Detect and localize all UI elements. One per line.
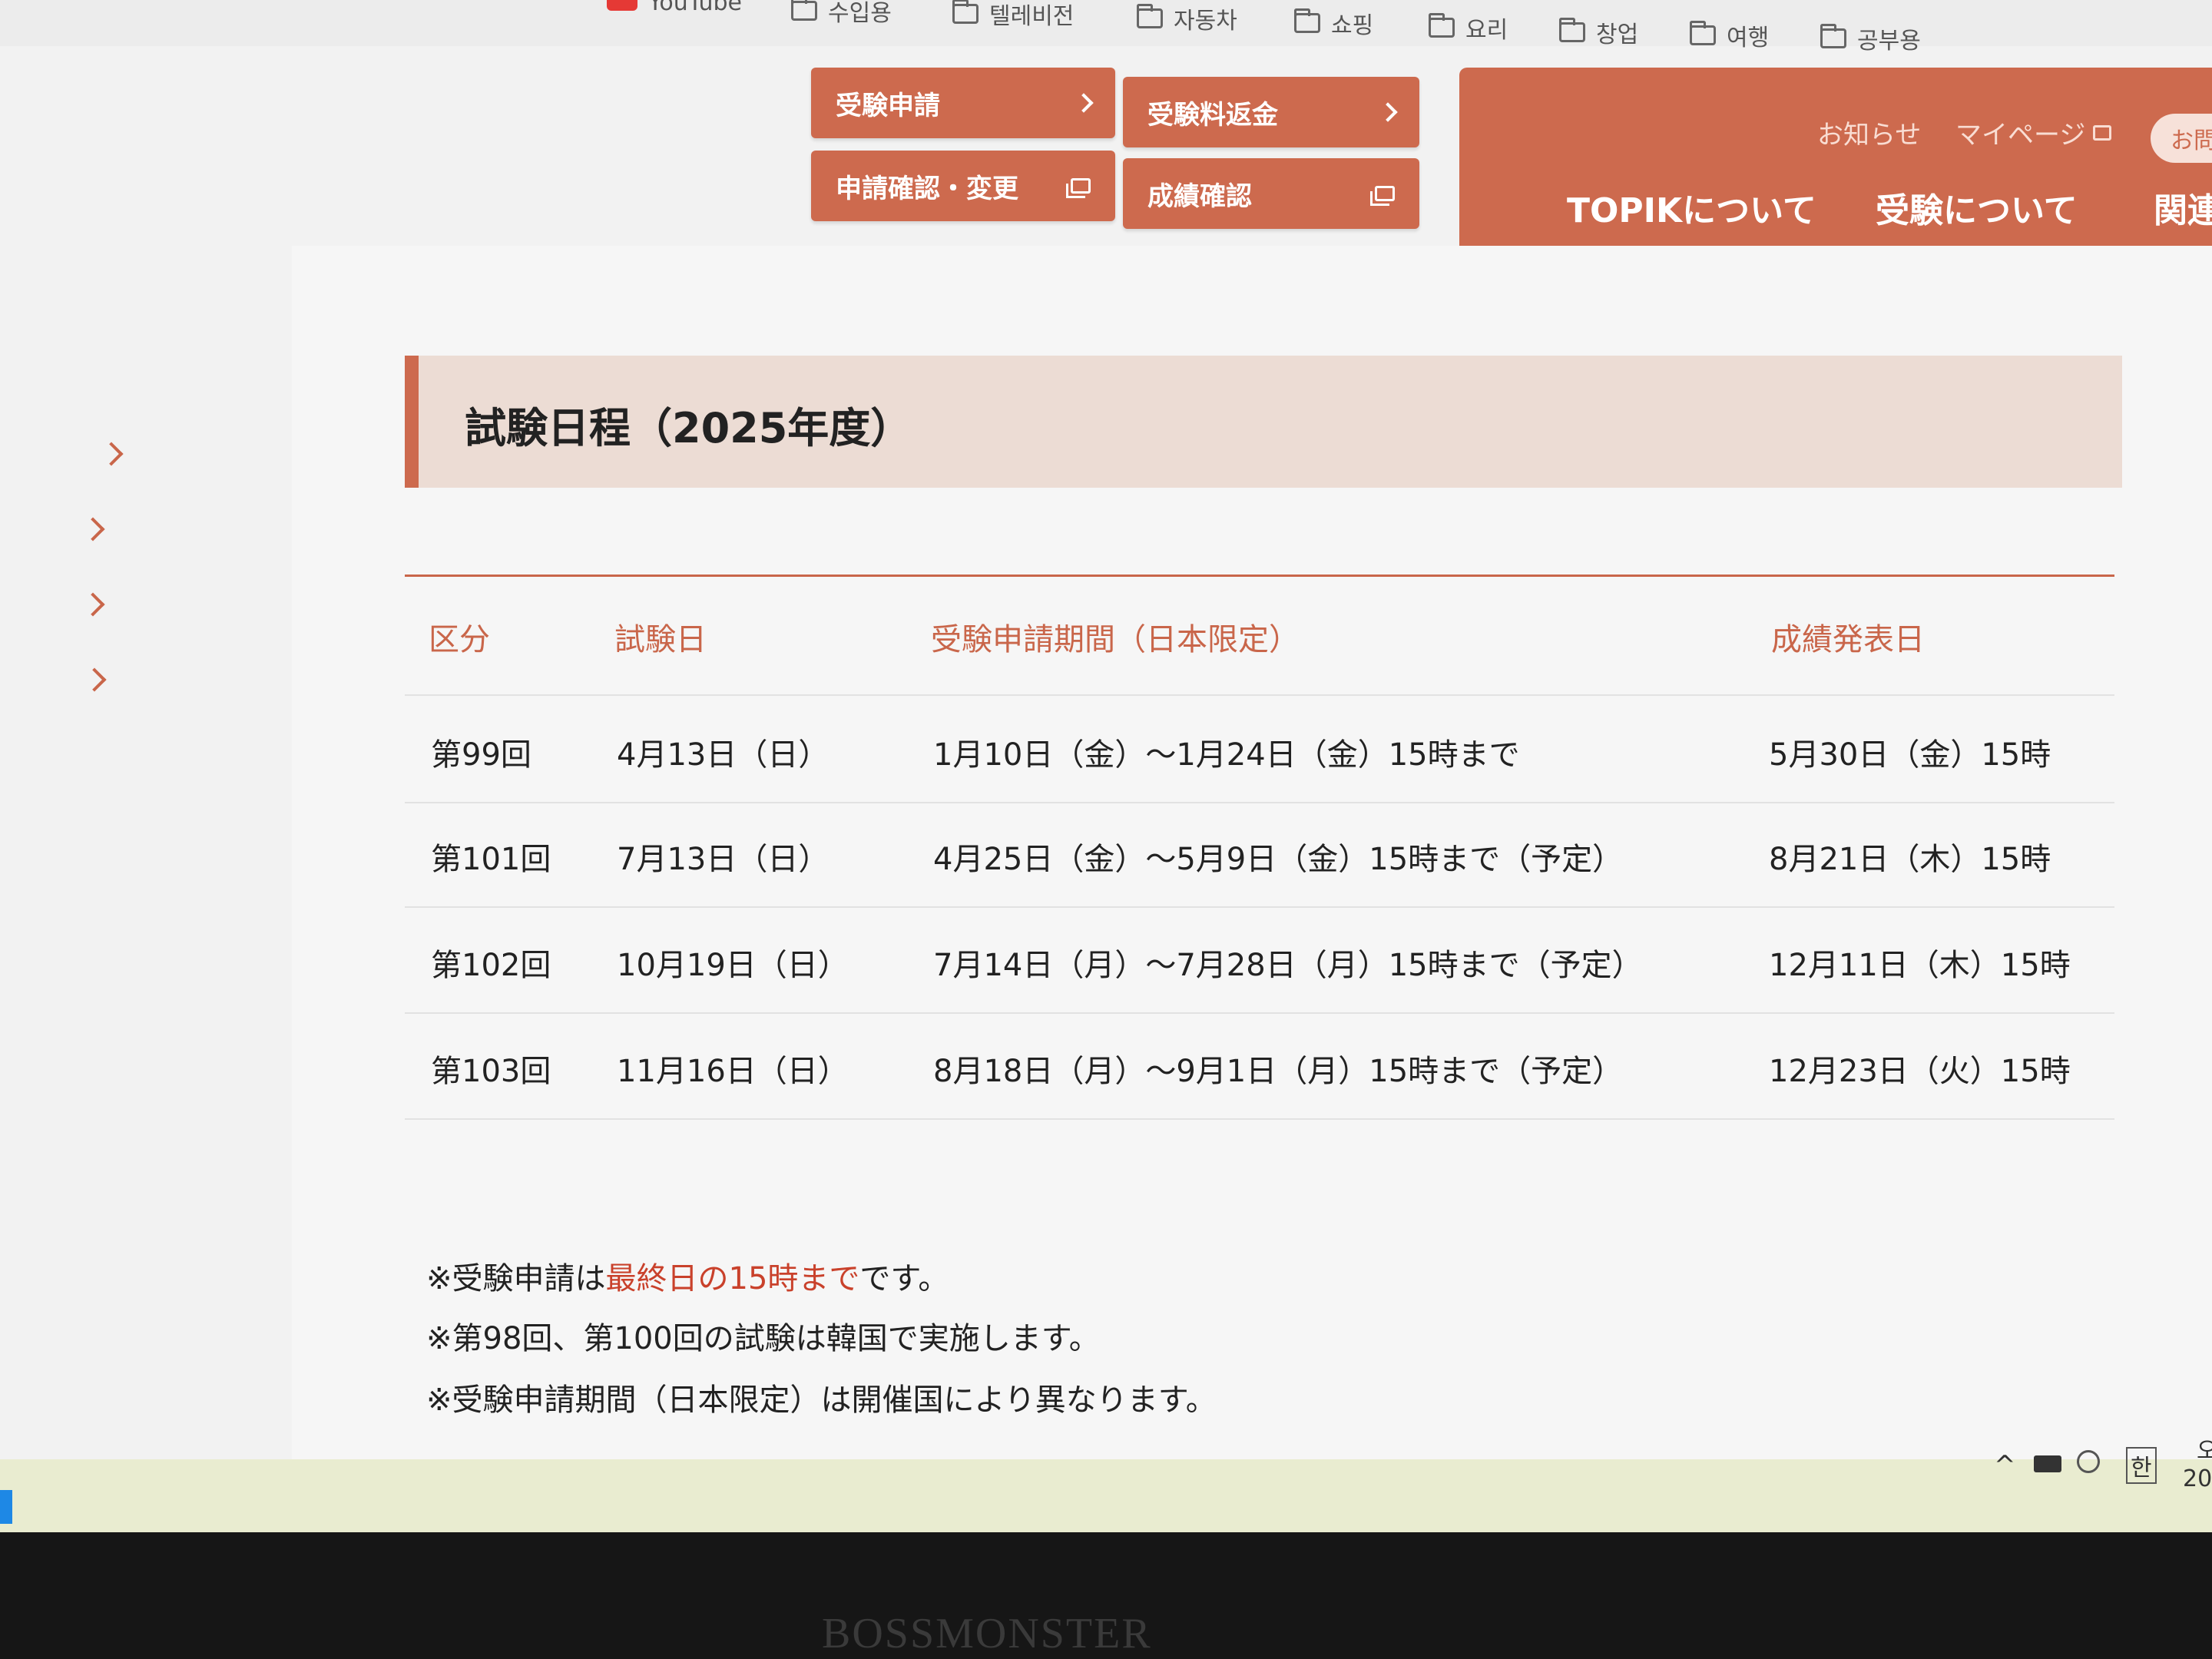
new-window-icon — [2093, 124, 2112, 141]
taskbar-app-icon[interactable] — [0, 1490, 12, 1524]
chevron-up-icon[interactable]: ^ — [1994, 1450, 2016, 1481]
bookmark-folder-import[interactable]: 수입용 — [791, 0, 892, 28]
nav-about-exam[interactable]: 受験について — [1876, 183, 2078, 232]
note-application-deadline: ※受験申請は最終日の15時までです。 — [426, 1261, 949, 1296]
cell-exam-date: 11月16日（日） — [617, 1054, 849, 1089]
battery-icon[interactable] — [2034, 1455, 2061, 1472]
cell-round: 第99回 — [431, 737, 531, 773]
sidebar-chevron-right-icon[interactable] — [81, 592, 105, 617]
youtube-icon — [607, 0, 637, 11]
cell-round: 第101回 — [431, 842, 551, 877]
cell-result-date: 12月11日（木）15時 — [1769, 948, 2071, 983]
cell-application-period: 4月25日（金）～5月9日（金）15時まで（予定） — [933, 842, 1624, 877]
bookmark-youtube[interactable]: YouTube — [607, 0, 742, 16]
bookmarks-bar: YouTube 수입용 텔레비전 자동차 쇼핑 요리 창업 여행 공부용 — [0, 0, 2212, 55]
bookmark-folder-car[interactable]: 자동차 — [1137, 2, 1237, 35]
nav-about-topik[interactable]: TOPIKについて — [1567, 183, 1816, 232]
folder-icon — [952, 0, 979, 24]
note-period-varies: ※受験申請期間（日本限定）は開催国により異なります。 — [426, 1382, 1217, 1418]
browser-window: YouTube 수입용 텔레비전 자동차 쇼핑 요리 창업 여행 공부용 受験申… — [0, 0, 2212, 1532]
table-top-rule — [405, 575, 2114, 577]
header-result-date: 成績発表日 — [1771, 622, 1925, 657]
cell-result-date: 5月30日（金）15時 — [1769, 737, 2051, 773]
new-window-icon — [1066, 178, 1091, 198]
cell-exam-date: 7月13日（日） — [617, 842, 830, 877]
sidebar-chevron-right-icon[interactable] — [81, 517, 105, 541]
header-exam-date: 試験日 — [614, 622, 707, 657]
folder-icon — [1820, 24, 1846, 48]
ime-indicator[interactable]: 한 — [2126, 1447, 2157, 1484]
bookmark-folder-shopping[interactable]: 쇼핑 — [1294, 6, 1373, 40]
sidebar-chevron-right-icon[interactable] — [82, 667, 107, 692]
table-row: 第103回 11月16日（日） 8月18日（月）～9月1日（月）15時まで（予定… — [405, 1012, 2114, 1120]
cell-application-period: 1月10日（金）～1月24日（金）15時まで — [933, 737, 1520, 773]
sidebar-chevron-right-icon[interactable] — [99, 442, 124, 466]
taskbar — [0, 1459, 2212, 1532]
folder-icon — [1294, 8, 1320, 33]
folder-icon — [791, 0, 817, 21]
cell-round: 第102回 — [431, 948, 551, 983]
refund-button[interactable]: 受験料返金 — [1123, 77, 1419, 147]
cell-application-period: 7月14日（月）～7月28日（月）15時まで（予定） — [933, 948, 1643, 983]
inquiry-button[interactable]: お問 — [2151, 114, 2212, 163]
bookmark-folder-startup[interactable]: 창업 — [1559, 15, 1638, 49]
folder-icon — [1429, 13, 1455, 38]
page-title: 試験日程（2025年度） — [465, 404, 912, 452]
bookmark-folder-study[interactable]: 공부용 — [1820, 22, 1921, 55]
results-button[interactable]: 成績確認 — [1123, 158, 1419, 229]
new-window-icon — [1370, 186, 1395, 206]
clock-date[interactable]: 202 — [2183, 1465, 2212, 1492]
folder-icon — [1690, 21, 1716, 45]
cell-result-date: 12月23日（火）15時 — [1769, 1054, 2071, 1089]
apply-button[interactable]: 受験申請 — [811, 68, 1115, 138]
cell-result-date: 8月21日（木）15時 — [1769, 842, 2051, 877]
folder-icon — [1559, 18, 1585, 42]
header-application-period: 受験申請期間（日本限定） — [931, 622, 1300, 657]
confirm-change-button[interactable]: 申請確認・変更 — [811, 151, 1115, 221]
clock-time[interactable]: 오 — [2197, 1432, 2212, 1465]
nav-related[interactable]: 関連 — [2154, 183, 2212, 232]
bookmark-folder-cooking[interactable]: 요리 — [1429, 11, 1508, 45]
cell-application-period: 8月18日（月）～9月1日（月）15時まで（予定） — [933, 1054, 1624, 1089]
bookmark-folder-tv[interactable]: 텔레비전 — [952, 0, 1074, 31]
network-off-icon[interactable] — [2077, 1450, 2100, 1473]
mypage-link[interactable]: マイページ — [1955, 114, 2112, 151]
note-highlight: 最終日の15時まで — [605, 1261, 860, 1296]
table-row: 第99回 4月13日（日） 1月10日（金）～1月24日（金）15時まで 5月3… — [405, 694, 2114, 803]
cell-round: 第103回 — [431, 1054, 551, 1089]
chevron-right-icon — [1074, 93, 1094, 113]
table-row: 第102回 10月19日（日） 7月14日（月）～7月28日（月）15時まで（予… — [405, 906, 2114, 1014]
cell-exam-date: 10月19日（日） — [617, 948, 849, 983]
notice-link[interactable]: お知らせ — [1817, 114, 1921, 151]
folder-icon — [1137, 4, 1163, 28]
table-row: 第101回 7月13日（日） 4月25日（金）～5月9日（金）15時まで（予定）… — [405, 800, 2114, 908]
cell-exam-date: 4月13日（日） — [617, 737, 830, 773]
main-nav: お知らせ マイページ お問 TOPIKについて 受験について 関連 — [1459, 68, 2212, 260]
monitor-brand-logo: BOSSMONSTER — [822, 1610, 1152, 1657]
note-korea-rounds: ※第98回、第100回の試験は韓国で実施します。 — [426, 1321, 1100, 1356]
bookmark-folder-travel[interactable]: 여행 — [1690, 18, 1769, 52]
chevron-right-icon — [1378, 102, 1398, 122]
header-category: 区分 — [429, 622, 490, 657]
page-title-band: 試験日程（2025年度） — [405, 356, 2122, 488]
